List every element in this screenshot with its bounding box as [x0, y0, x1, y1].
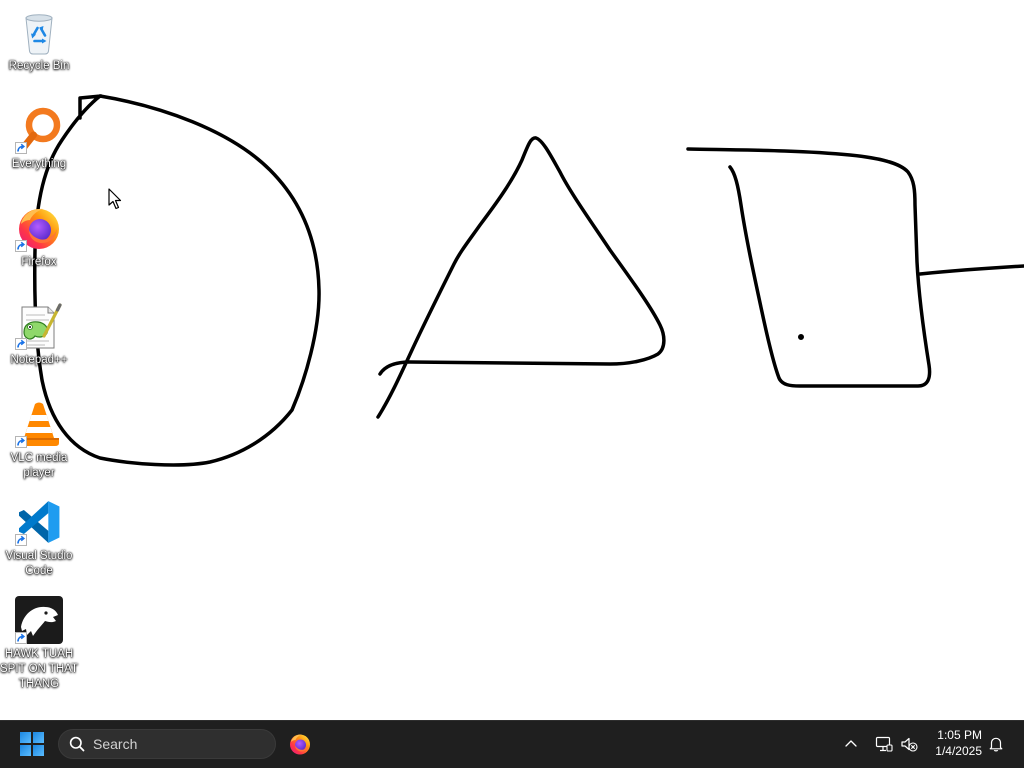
- taskbar-firefox-button[interactable]: [288, 732, 312, 756]
- desktop-icon-recycle-bin[interactable]: Recycle Bin: [0, 2, 78, 98]
- shortcut-arrow-icon: [15, 142, 27, 154]
- desktop-icon-firefox[interactable]: Firefox: [0, 198, 78, 294]
- clock-time: 1:05 PM: [937, 728, 982, 742]
- bell-icon: [988, 736, 1004, 752]
- desktop[interactable]: Recycle Bin Everything Firefox Notepad++…: [0, 0, 1024, 720]
- desktop-icon-vlc[interactable]: VLC media player: [0, 394, 78, 490]
- search-icon: [69, 736, 85, 752]
- shortcut-arrow-icon: [15, 338, 27, 350]
- desktop-icon-notepad-plus-plus[interactable]: Notepad++: [0, 296, 78, 392]
- desktop-icon-vscode[interactable]: Visual Studio Code: [0, 492, 78, 588]
- notepad-plus-plus-icon: [15, 302, 63, 350]
- chevron-up-icon: [843, 736, 859, 752]
- recycle-bin-icon: [15, 8, 63, 56]
- volume-button[interactable]: [900, 735, 918, 753]
- taskbar: Search 1:05 PM 1/4/2025: [0, 720, 1024, 768]
- desktop-icon-label: Visual Studio Code: [5, 550, 73, 577]
- vlc-cone-icon: [15, 400, 63, 448]
- desktop-icon-label: HAWK TUAH SPIT ON THAT THANG: [0, 648, 78, 690]
- windows-logo-icon: [20, 732, 44, 756]
- search-label: Search: [93, 736, 138, 752]
- shortcut-arrow-icon: [15, 534, 27, 546]
- show-hidden-icons-button[interactable]: [843, 736, 859, 752]
- eagle-icon: [15, 596, 63, 644]
- clock[interactable]: 1:05 PM 1/4/2025: [918, 727, 982, 759]
- ethernet-icon: [875, 736, 893, 752]
- vscode-icon: [15, 498, 63, 546]
- desktop-drawing: [33, 94, 1024, 467]
- drawn-quadrilateral: [686, 147, 932, 388]
- start-button[interactable]: [18, 730, 46, 758]
- desktop-icon-label: Notepad++: [10, 354, 68, 366]
- search-box[interactable]: Search: [58, 729, 276, 759]
- drawn-line: [918, 264, 1024, 276]
- shortcut-arrow-icon: [15, 632, 27, 644]
- network-status-button[interactable]: [875, 736, 893, 752]
- clock-date: 1/4/2025: [935, 744, 982, 758]
- desktop-icon-label: Firefox: [21, 256, 57, 268]
- firefox-icon: [288, 732, 312, 756]
- desktop-icon-label: Recycle Bin: [8, 60, 70, 72]
- firefox-icon: [15, 204, 63, 252]
- mouse-pointer-icon: [108, 188, 122, 210]
- magnifier-icon: [15, 106, 63, 154]
- notifications-button[interactable]: [988, 736, 1004, 752]
- volume-muted-icon: [900, 735, 918, 753]
- desktop-icon-label: VLC media player: [10, 452, 68, 479]
- desktop-icon-hawk-tuah[interactable]: HAWK TUAH SPIT ON THAT THANG: [0, 590, 78, 690]
- shortcut-arrow-icon: [15, 240, 27, 252]
- drawn-dot: [798, 334, 804, 340]
- desktop-icon-label: Everything: [11, 158, 67, 170]
- drawn-triangle: [376, 136, 666, 419]
- desktop-icon-everything[interactable]: Everything: [0, 100, 78, 196]
- shortcut-arrow-icon: [15, 436, 27, 448]
